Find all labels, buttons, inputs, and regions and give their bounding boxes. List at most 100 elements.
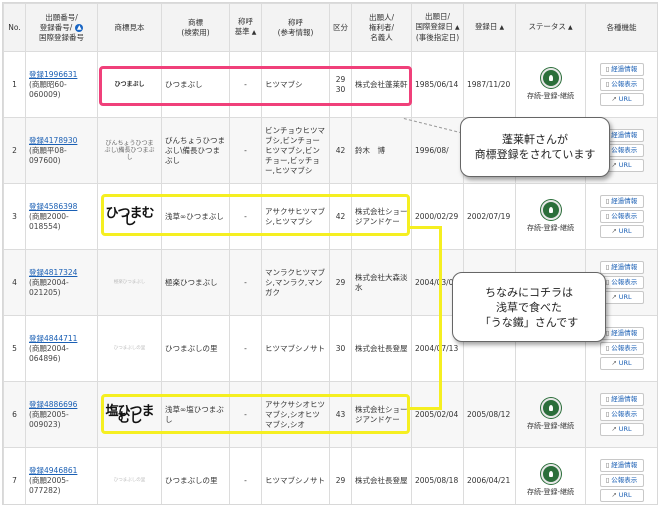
- sort-arrow-icon: ▲: [499, 24, 505, 31]
- funcs-cell: ▯経過情報 ▯公報表示 ↗URL: [585, 51, 657, 118]
- applicant-cell: 鈴木 博: [351, 117, 412, 184]
- header-class: 区分: [329, 3, 352, 52]
- reg-cell: 登録1996631 (商願昭60-060009): [25, 51, 98, 118]
- callout-mid: ちなみにコチラは 浅草で食べた 「うな鐵」さんです: [452, 272, 606, 342]
- registration-link[interactable]: 登録4817324: [29, 268, 94, 278]
- share-icon: ↗: [611, 227, 617, 235]
- sort-arrow-icon: ▲: [567, 24, 573, 31]
- application-number: (商願2004-064896): [29, 343, 69, 363]
- pron-ref-cell: ヒツマブシノサト: [261, 447, 330, 504]
- mark-cell: ひつまむし: [97, 183, 162, 250]
- gazette-button[interactable]: ▯公報表示: [599, 474, 644, 487]
- header-pron-std[interactable]: 称呼 基準 ▲: [229, 3, 262, 52]
- url-button[interactable]: ↗ URL: [599, 225, 644, 238]
- progress-info-button[interactable]: ▯経過情報: [599, 63, 644, 76]
- registration-link[interactable]: 登録4178930: [29, 136, 94, 146]
- header-regdate[interactable]: 登録日 ▲: [463, 3, 516, 52]
- filed-cell: 2000/02/29: [411, 183, 464, 250]
- row-no: 7: [3, 447, 26, 504]
- header-no: No.: [3, 3, 26, 52]
- application-number: (商願2000-018554): [29, 211, 69, 231]
- trademark-image[interactable]: 塩ひつまむし: [104, 395, 156, 435]
- trademark-image[interactable]: ひつまぶし: [104, 65, 156, 105]
- application-number: (商願2005-009023): [29, 409, 69, 429]
- filed-cell: 1985/06/14: [411, 51, 464, 118]
- reg-cell: 登録4817324 (商願2004-021205): [25, 249, 98, 316]
- gazette-button[interactable]: ▯公報表示: [599, 78, 644, 91]
- document-icon: ▯: [605, 476, 610, 484]
- table-row: 7 登録4946861 (商願2005-077282) ひつまぶしの里 ひつまぶし…: [3, 447, 657, 504]
- document-icon: ▯: [605, 410, 610, 418]
- progress-info-button[interactable]: ▯経過情報: [599, 393, 644, 406]
- url-button[interactable]: ↗ URL: [599, 93, 644, 106]
- status-seal-icon: [540, 68, 561, 88]
- connector-line: [439, 226, 442, 410]
- url-button[interactable]: ↗ URL: [599, 423, 644, 436]
- share-icon: ↗: [611, 359, 617, 367]
- applicant-cell: 株式会社蓬莱軒: [351, 51, 412, 118]
- registration-link[interactable]: 登録1996631: [29, 70, 94, 80]
- status-seal-icon: [540, 398, 561, 418]
- reg-cell: 登録4844711 (商願2004-064896): [25, 315, 98, 382]
- filed-cell: 2005/02/04: [411, 381, 464, 448]
- document-icon: ▯: [605, 212, 610, 220]
- gazette-button[interactable]: ▯公報表示: [599, 276, 644, 289]
- class-cell: 29: [329, 447, 352, 504]
- application-number: (商願平08-097600): [29, 145, 67, 165]
- share-icon: ↗: [611, 161, 617, 169]
- name-cell: ひつまぶしの里: [161, 447, 230, 504]
- sort-circle-icon[interactable]: ▲: [75, 23, 84, 32]
- class-cell: 30: [329, 315, 352, 382]
- trademark-image[interactable]: ひつまぶしの里: [104, 461, 156, 501]
- mark-cell: 塩ひつまむし: [97, 381, 162, 448]
- mark-cell: ひつまぶしの里: [97, 447, 162, 504]
- name-cell: 極楽ひつまぶし: [161, 249, 230, 316]
- pron-std-cell: -: [229, 315, 262, 382]
- pron-ref-cell: ヒツマブシ: [261, 51, 330, 118]
- connector-line: [410, 226, 442, 229]
- gazette-button[interactable]: ▯公報表示: [599, 210, 644, 223]
- gazette-button[interactable]: ▯公報表示: [599, 342, 644, 355]
- connector-line: [410, 407, 442, 410]
- url-button[interactable]: ↗ URL: [599, 357, 644, 370]
- pron-std-cell: -: [229, 183, 262, 250]
- document-icon: ▯: [605, 65, 610, 73]
- name-cell: ひつまぶし: [161, 51, 230, 118]
- progress-info-button[interactable]: ▯経過情報: [599, 261, 644, 274]
- header-mark: 商標見本: [97, 3, 162, 52]
- trademark-image[interactable]: びんちょうひつまぶし\備長ひつまぶし: [104, 131, 156, 171]
- regdate-cell: 2006/04/21: [463, 447, 516, 504]
- gazette-button[interactable]: ▯公報表示: [599, 408, 644, 421]
- trademark-image[interactable]: ひつまむし: [104, 197, 156, 237]
- registration-link[interactable]: 登録4844711: [29, 334, 94, 344]
- url-button[interactable]: ↗ URL: [599, 489, 644, 502]
- header-app-no[interactable]: 出願番号/登録番号/▲ 国際登録番号: [25, 3, 98, 52]
- table-row: 1 登録1996631 (商願昭60-060009) ひつまぶし ひつまぶし - …: [3, 51, 657, 118]
- pron-std-cell: -: [229, 249, 262, 316]
- applicant-cell: 株式会社長登屋: [351, 447, 412, 504]
- progress-info-button[interactable]: ▯経過情報: [599, 459, 644, 472]
- pron-std-cell: -: [229, 117, 262, 184]
- name-cell: 浅草∞塩ひつまぶし: [161, 381, 230, 448]
- registration-link[interactable]: 登録4586398: [29, 202, 94, 212]
- row-no: 2: [3, 117, 26, 184]
- funcs-cell: ▯経過情報 ▯公報表示 ↗URL: [585, 381, 657, 448]
- url-button[interactable]: ↗ URL: [599, 291, 644, 304]
- regdate-cell: 1987/11/20: [463, 51, 516, 118]
- registration-link[interactable]: 登録4886696: [29, 400, 94, 410]
- document-icon: ▯: [605, 329, 610, 337]
- trademark-image[interactable]: 極楽ひつまぶし: [104, 263, 156, 303]
- share-icon: ↗: [611, 293, 617, 301]
- progress-info-button[interactable]: ▯経過情報: [599, 327, 644, 340]
- applicant-cell: 株式会社長登屋: [351, 315, 412, 382]
- status-seal-icon: [540, 200, 561, 220]
- header-filed[interactable]: 出願日/国際登録日 ▲ (事後指定日): [411, 3, 464, 52]
- registration-link[interactable]: 登録4946861: [29, 466, 94, 476]
- results-table-frame: No. 出願番号/登録番号/▲ 国際登録番号 商標見本 商標 (検索用) 称呼 基準 ▲…: [2, 2, 658, 505]
- header-status[interactable]: ステータス ▲: [515, 3, 586, 52]
- pron-ref-cell: ビンチョウヒツマブシ,ビンチョーヒツマブシ,ビンチョー,ビッチョー,ヒツマブシ: [261, 117, 330, 184]
- progress-info-button[interactable]: ▯経過情報: [599, 195, 644, 208]
- document-icon: ▯: [605, 395, 610, 403]
- trademark-image[interactable]: ひつまぶしの里: [104, 329, 156, 369]
- class-cell: 42: [329, 183, 352, 250]
